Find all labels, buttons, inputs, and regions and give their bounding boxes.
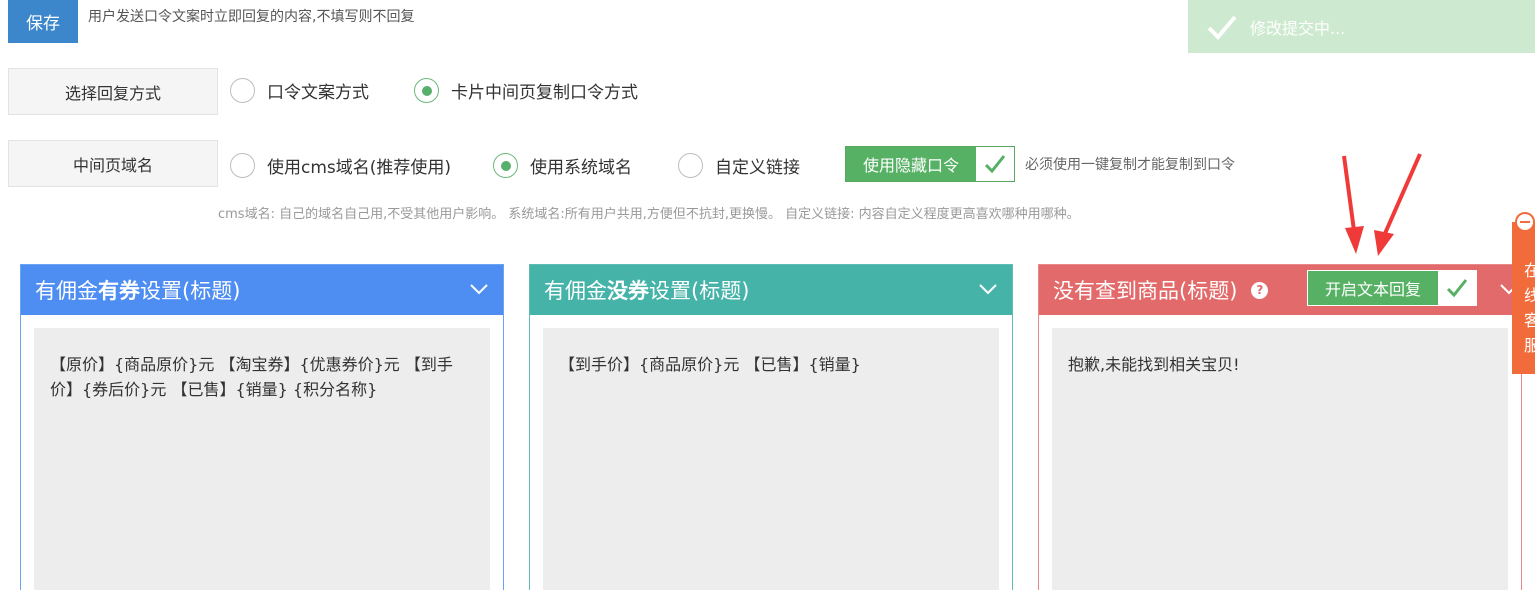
side-support-tab[interactable]: 在 线 客 服 xyxy=(1512,212,1535,374)
panel-content-textarea[interactable]: 抱歉,未能找到相关宝贝! xyxy=(1052,328,1508,590)
radio-reply-token-text[interactable]: 口令文案方式 xyxy=(230,78,369,103)
toggle-label: 开启文本回复 xyxy=(1308,271,1438,305)
radio-circle xyxy=(230,153,255,178)
help-icon[interactable]: ? xyxy=(1251,281,1269,299)
text-reply-toggle[interactable]: 开启文本回复 xyxy=(1307,270,1477,306)
side-tab-text: 在 线 客 服 xyxy=(1524,261,1535,355)
toast-message: 修改提交中... xyxy=(1250,18,1346,38)
domain-description: cms域名: 自己的域名自己用,不受其他用户影响。 系统域名:所有用户共用,方便… xyxy=(218,207,1080,222)
chevron-down-icon[interactable] xyxy=(469,279,489,299)
radio-domain-cms[interactable]: 使用cms域名(推荐使用) xyxy=(230,153,451,178)
check-icon xyxy=(1207,15,1237,40)
radio-circle xyxy=(678,153,703,178)
panel-header: 没有查到商品(标题) ? 开启文本回复 xyxy=(1039,265,1521,315)
radio-circle-checked xyxy=(414,78,439,103)
radio-reply-card-page[interactable]: 卡片中间页复制口令方式 xyxy=(414,78,638,103)
save-button[interactable]: 保存 xyxy=(8,0,78,43)
radio-dot xyxy=(421,85,432,96)
panel-without-coupon: 有佣金 没券 设置(标题) 【到手价】{商品原价}元 【已售】{销量} xyxy=(529,264,1013,590)
chevron-down-icon[interactable] xyxy=(978,279,998,299)
panel-title-bold: 没券 xyxy=(607,279,649,303)
panel-title-suffix: 设置(标题) xyxy=(140,279,241,303)
radio-circle-checked xyxy=(493,153,518,178)
toggle-hint: 必须使用一键复制才能复制到口令 xyxy=(1025,157,1235,173)
radio-label: 口令文案方式 xyxy=(267,83,369,103)
panel-content-textarea[interactable]: 【到手价】{商品原价}元 【已售】{销量} xyxy=(543,328,999,590)
check-icon xyxy=(976,147,1014,181)
panel-header: 有佣金 没券 设置(标题) xyxy=(530,265,1012,315)
panel-title: 没有查到商品(标题) xyxy=(1053,279,1238,303)
radio-label: 卡片中间页复制口令方式 xyxy=(451,83,638,103)
radio-circle xyxy=(230,78,255,103)
panel-title-prefix: 有佣金 xyxy=(544,279,607,303)
panel-content-textarea[interactable]: 【原价】{商品原价}元 【淘宝券】{优惠券价}元 【到手价】{券后价}元 【已售… xyxy=(34,328,490,590)
arrow-icon xyxy=(1342,153,1422,256)
radio-label: 自定义链接 xyxy=(715,158,800,178)
radio-dot xyxy=(500,160,511,171)
radio-domain-custom[interactable]: 自定义链接 xyxy=(678,153,800,178)
panel-header: 有佣金 有券 设置(标题) xyxy=(21,265,503,315)
panel-no-product: 没有查到商品(标题) ? 开启文本回复 抱歉,未能找到相关宝贝! xyxy=(1038,264,1522,590)
page-root: 保存 用户发送口令文案时立即回复的内容,不填写则不回复 修改提交中... 选择回… xyxy=(0,0,1535,590)
panel-title-bold: 有券 xyxy=(98,279,140,303)
minus-icon[interactable] xyxy=(1515,212,1535,232)
panel-title-suffix: 设置(标题) xyxy=(649,279,750,303)
save-hint: 用户发送口令文案时立即回复的内容,不填写则不回复 xyxy=(88,9,415,25)
reply-mode-label: 选择回复方式 xyxy=(8,68,218,115)
hidden-token-toggle[interactable]: 使用隐藏口令 xyxy=(845,146,1015,182)
check-icon xyxy=(1438,271,1476,305)
radio-domain-system[interactable]: 使用系统域名 xyxy=(493,153,632,178)
panel-title-prefix: 有佣金 xyxy=(35,279,98,303)
radio-label: 使用系统域名 xyxy=(530,158,632,178)
panel-with-coupon: 有佣金 有券 设置(标题) 【原价】{商品原价}元 【淘宝券】{优惠券价}元 【到手… xyxy=(20,264,504,590)
domain-label: 中间页域名 xyxy=(8,140,218,187)
status-toast: 修改提交中... xyxy=(1188,0,1535,53)
radio-label: 使用cms域名(推荐使用) xyxy=(267,158,452,178)
toggle-label: 使用隐藏口令 xyxy=(846,147,976,181)
